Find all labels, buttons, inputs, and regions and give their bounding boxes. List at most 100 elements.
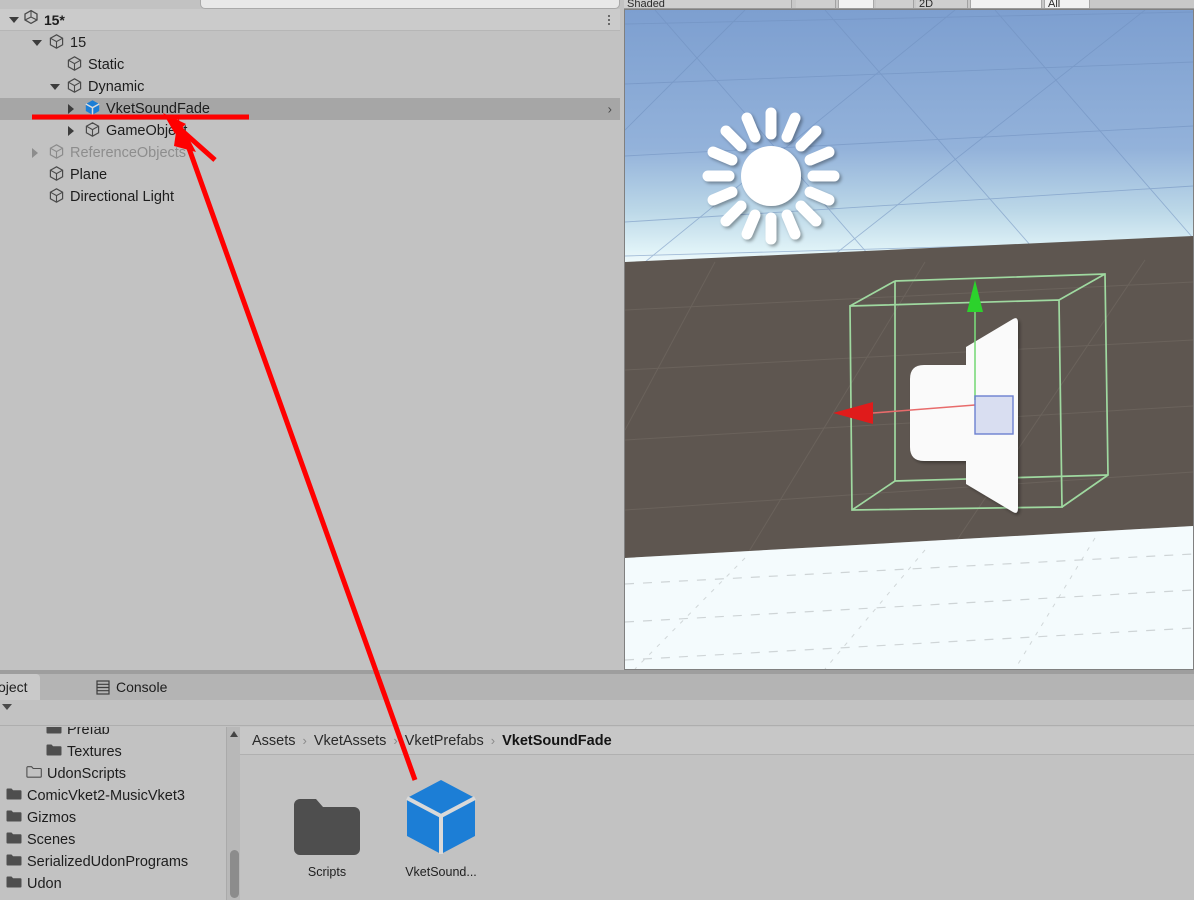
chevron-right-icon[interactable] — [32, 148, 38, 158]
foldout-toggle[interactable] — [68, 126, 84, 136]
breadcrumb: Assets › VketAssets › VketPrefabs › VketSoundF… — [240, 727, 1194, 755]
scene-toolbar-control-0[interactable]: Shaded — [624, 0, 792, 8]
chevron-right-icon[interactable] — [68, 126, 74, 136]
scene-toolbar-control-2[interactable] — [838, 0, 874, 8]
hierarchy-item-label: 15 — [70, 34, 87, 51]
scene-toolbar-control-3[interactable] — [876, 0, 914, 8]
tab-project[interactable]: Project — [0, 674, 40, 700]
folder-empty-icon — [26, 765, 42, 783]
hierarchy-item-static[interactable]: Static — [0, 54, 620, 76]
scene-header-row[interactable]: 15* — [0, 9, 620, 31]
project-folder-label: Udon — [27, 876, 62, 892]
search-input[interactable] — [200, 0, 620, 9]
project-folder-tree: Prefab Textures UdonScripts ComicVket2-Musi… — [0, 727, 228, 900]
console-list-icon — [96, 679, 110, 695]
tab-label: Console — [116, 679, 168, 695]
hierarchy-panel: 15* 15 Static Dynamic VketSoundFade › GameObj… — [0, 0, 620, 670]
breadcrumb-separator-icon: › — [490, 733, 496, 748]
folder-filled-icon — [46, 727, 62, 739]
gameobject-cube-icon — [48, 187, 65, 208]
project-folder-scenes[interactable]: Scenes — [0, 829, 228, 851]
folder-filled-icon — [6, 809, 22, 827]
asset-grid: Scripts VketSound... — [240, 756, 1194, 900]
project-folder-label: SerializedUdonPrograms — [27, 854, 189, 870]
project-folder-textures[interactable]: Textures — [0, 741, 228, 763]
hierarchy-item-label: Dynamic — [88, 78, 145, 95]
hierarchy-item-label: Static — [88, 56, 125, 73]
unity-editor-window: 15* 15 Static Dynamic VketSoundFade › GameObj… — [0, 0, 1194, 900]
project-folder-gizmos[interactable]: Gizmos — [0, 807, 228, 829]
kebab-menu-icon[interactable] — [608, 14, 610, 25]
prefab-cube-blue-icon — [84, 99, 101, 120]
project-folder-comicvket2-musicvket3[interactable]: ComicVket2-MusicVket3 — [0, 785, 228, 807]
hierarchy-item-plane[interactable]: Plane — [0, 164, 620, 186]
hierarchy-item-label: GameObject — [106, 122, 188, 139]
foldout-toggle[interactable] — [32, 148, 48, 158]
breadcrumb-item[interactable]: VketSoundFade — [502, 733, 612, 749]
project-folder-label: ComicVket2-MusicVket3 — [27, 788, 185, 804]
hierarchy-tree: 15 Static Dynamic VketSoundFade › GameObject R… — [0, 32, 620, 670]
chevron-down-icon[interactable] — [2, 704, 12, 710]
project-folder-label: Scenes — [27, 832, 76, 848]
hierarchy-search-bar — [0, 0, 620, 9]
project-folder-serializedudonprograms[interactable]: SerializedUdonPrograms — [0, 851, 228, 873]
hierarchy-item-label: Directional Light — [70, 188, 174, 205]
breadcrumb-item[interactable]: VketPrefabs — [405, 733, 484, 749]
tab-console[interactable]: Console — [84, 674, 179, 700]
chevron-down-icon[interactable] — [50, 84, 60, 90]
gameobject-cube-icon — [48, 33, 65, 54]
asset-item[interactable]: VketSound... — [392, 778, 490, 900]
gameobject-cube-icon — [66, 55, 83, 76]
scene-view-toolbar[interactable]: Shaded 2D All — [624, 0, 1194, 9]
hierarchy-item-label: Plane — [70, 166, 108, 183]
chevron-down-icon[interactable] — [9, 16, 19, 23]
breadcrumb-item[interactable]: VketAssets — [314, 733, 387, 749]
folder-filled-icon — [46, 743, 62, 761]
scene-toolbar-control-1[interactable] — [796, 0, 836, 8]
foldout-toggle[interactable] — [68, 104, 84, 114]
gameobject-cube-icon — [48, 165, 65, 186]
gameobject-cube-icon — [48, 143, 65, 164]
selection-rect-handle[interactable] — [974, 395, 1014, 435]
folder-large-icon — [293, 778, 361, 856]
chevron-down-icon[interactable] — [32, 40, 42, 46]
project-folder-label: Gizmos — [27, 810, 77, 826]
project-folder-prefab[interactable]: Prefab — [0, 727, 228, 741]
folder-filled-icon — [6, 831, 22, 849]
scene-viewport[interactable] — [625, 10, 1193, 669]
chevron-right-icon[interactable]: › — [608, 103, 612, 116]
hierarchy-item-referenceobjects[interactable]: ReferenceObjects — [0, 142, 620, 164]
chevron-right-icon[interactable] — [68, 104, 74, 114]
breadcrumb-separator-icon: › — [302, 733, 307, 748]
hierarchy-item-dynamic[interactable]: Dynamic — [0, 76, 620, 98]
directional-light-sun-icon — [702, 107, 840, 245]
scroll-up-icon[interactable] — [230, 731, 238, 737]
tab-label: Project — [0, 679, 28, 695]
unity-logo-icon — [23, 9, 39, 30]
hierarchy-item-vketsoundfade[interactable]: VketSoundFade › — [0, 98, 620, 120]
breadcrumb-item[interactable]: Assets — [252, 733, 296, 749]
scene-view-panel: Shaded 2D All — [624, 0, 1194, 670]
gameobject-cube-icon — [66, 77, 83, 98]
hierarchy-item-15[interactable]: 15 — [0, 32, 620, 54]
project-folder-label: Prefab — [67, 727, 110, 738]
hierarchy-item-gameobject[interactable]: GameObject — [0, 120, 620, 142]
scene-toolbar-control-6[interactable]: All — [1044, 0, 1090, 8]
scene-toolbar-control-4[interactable]: 2D — [916, 0, 968, 8]
prefab-cube-blue-large-icon — [404, 778, 478, 856]
foldout-toggle[interactable] — [50, 84, 66, 90]
project-folder-udon[interactable]: Udon — [0, 873, 228, 895]
hierarchy-item-directional-light[interactable]: Directional Light — [0, 186, 620, 208]
asset-label: VketSound... — [405, 865, 477, 879]
project-tree-scrollbar[interactable] — [226, 727, 240, 900]
project-toolbar[interactable] — [0, 700, 1194, 726]
hierarchy-item-label: ReferenceObjects — [70, 144, 187, 161]
scrollbar-thumb[interactable] — [230, 850, 239, 898]
breadcrumb-separator-icon: › — [393, 733, 398, 748]
folder-filled-icon — [6, 853, 22, 871]
scene-toolbar-control-5[interactable] — [970, 0, 1042, 8]
foldout-toggle[interactable] — [32, 40, 48, 46]
bottom-dock: ProjectConsole PrefabTexturesUdonScripts… — [0, 674, 1194, 900]
asset-item[interactable]: Scripts — [278, 778, 376, 900]
project-folder-udonscripts[interactable]: UdonScripts — [0, 763, 228, 785]
